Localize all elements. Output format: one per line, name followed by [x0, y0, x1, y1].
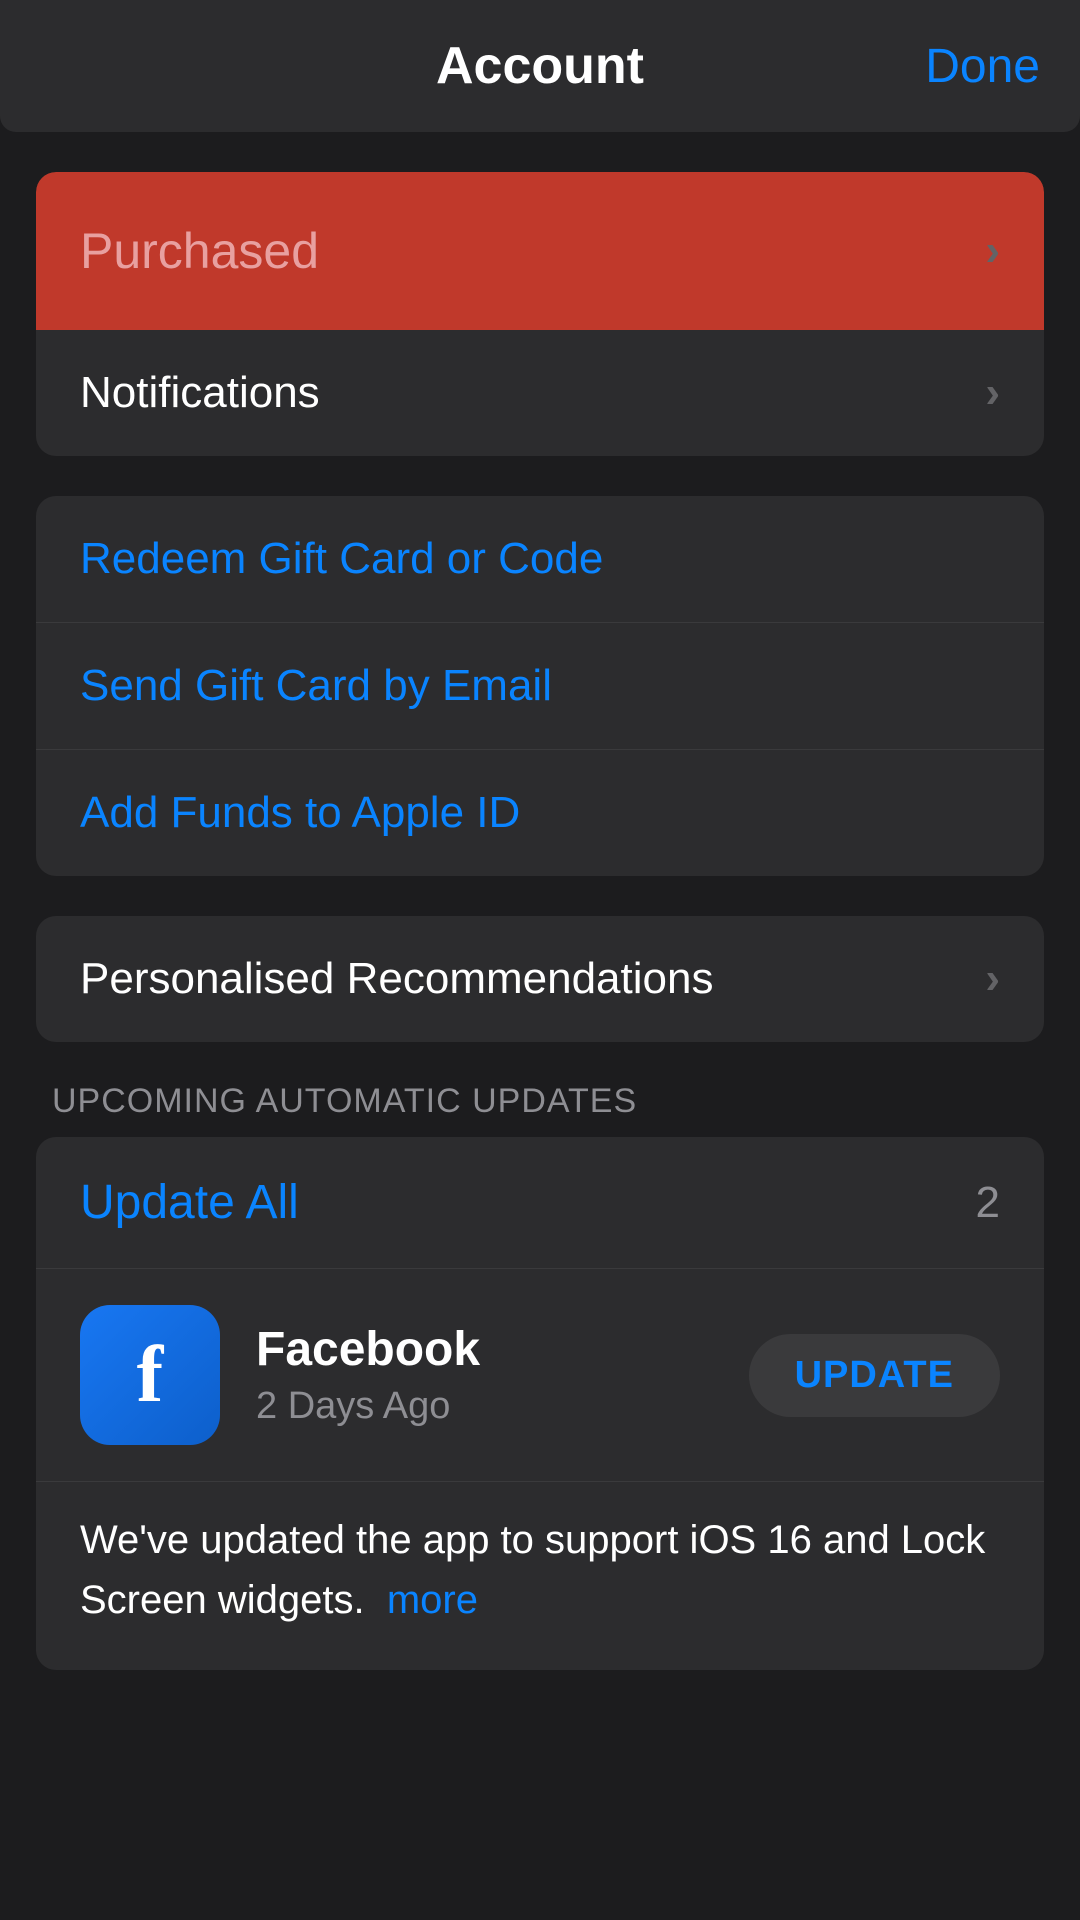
account-section: Purchased › Notifications ›: [36, 172, 1044, 456]
facebook-description-more[interactable]: more: [387, 1578, 478, 1622]
send-gift-card-label: Send Gift Card by Email: [80, 661, 552, 711]
purchased-chevron: ›: [985, 226, 1000, 276]
facebook-description-text: We've updated the app to support iOS 16 …: [80, 1518, 985, 1622]
update-all-row[interactable]: Update All 2: [36, 1137, 1044, 1269]
facebook-app-row: f Facebook 2 Days Ago UPDATE: [36, 1269, 1044, 1482]
done-button[interactable]: Done: [925, 39, 1040, 94]
page-title: Account: [436, 36, 644, 96]
recommendations-chevron: ›: [985, 954, 1000, 1004]
purchased-label: Purchased: [80, 222, 319, 280]
facebook-description-row: We've updated the app to support iOS 16 …: [36, 1482, 1044, 1670]
notifications-label: Notifications: [80, 368, 320, 418]
header: Account Done: [0, 0, 1080, 132]
gift-card-section: Redeem Gift Card or Code Send Gift Card …: [36, 496, 1044, 876]
recommendations-section: Personalised Recommendations ›: [36, 916, 1044, 1042]
send-gift-card-item[interactable]: Send Gift Card by Email: [36, 623, 1044, 750]
notifications-chevron: ›: [985, 368, 1000, 418]
update-all-label: Update All: [80, 1175, 299, 1230]
updates-section: Update All 2 f Facebook 2 Days Ago UPDAT…: [36, 1137, 1044, 1670]
personalised-recommendations-label: Personalised Recommendations: [80, 954, 713, 1004]
update-count: 2: [976, 1178, 1000, 1228]
facebook-app-name: Facebook: [256, 1322, 749, 1377]
facebook-update-button[interactable]: UPDATE: [749, 1334, 1000, 1417]
add-funds-label: Add Funds to Apple ID: [80, 788, 520, 838]
redeem-gift-card-item[interactable]: Redeem Gift Card or Code: [36, 496, 1044, 623]
purchased-item[interactable]: Purchased ›: [36, 172, 1044, 330]
content-area: Purchased › Notifications › Redeem Gift …: [0, 132, 1080, 1750]
facebook-app-date: 2 Days Ago: [256, 1385, 749, 1428]
redeem-gift-card-label: Redeem Gift Card or Code: [80, 534, 603, 584]
facebook-app-icon: f: [80, 1305, 220, 1445]
personalised-recommendations-item[interactable]: Personalised Recommendations ›: [36, 916, 1044, 1042]
upcoming-updates-label: UPCOMING AUTOMATIC UPDATES: [52, 1082, 1044, 1121]
notifications-item[interactable]: Notifications ›: [36, 330, 1044, 456]
add-funds-item[interactable]: Add Funds to Apple ID: [36, 750, 1044, 876]
facebook-app-info: Facebook 2 Days Ago: [256, 1322, 749, 1428]
facebook-f-logo: f: [137, 1330, 164, 1421]
